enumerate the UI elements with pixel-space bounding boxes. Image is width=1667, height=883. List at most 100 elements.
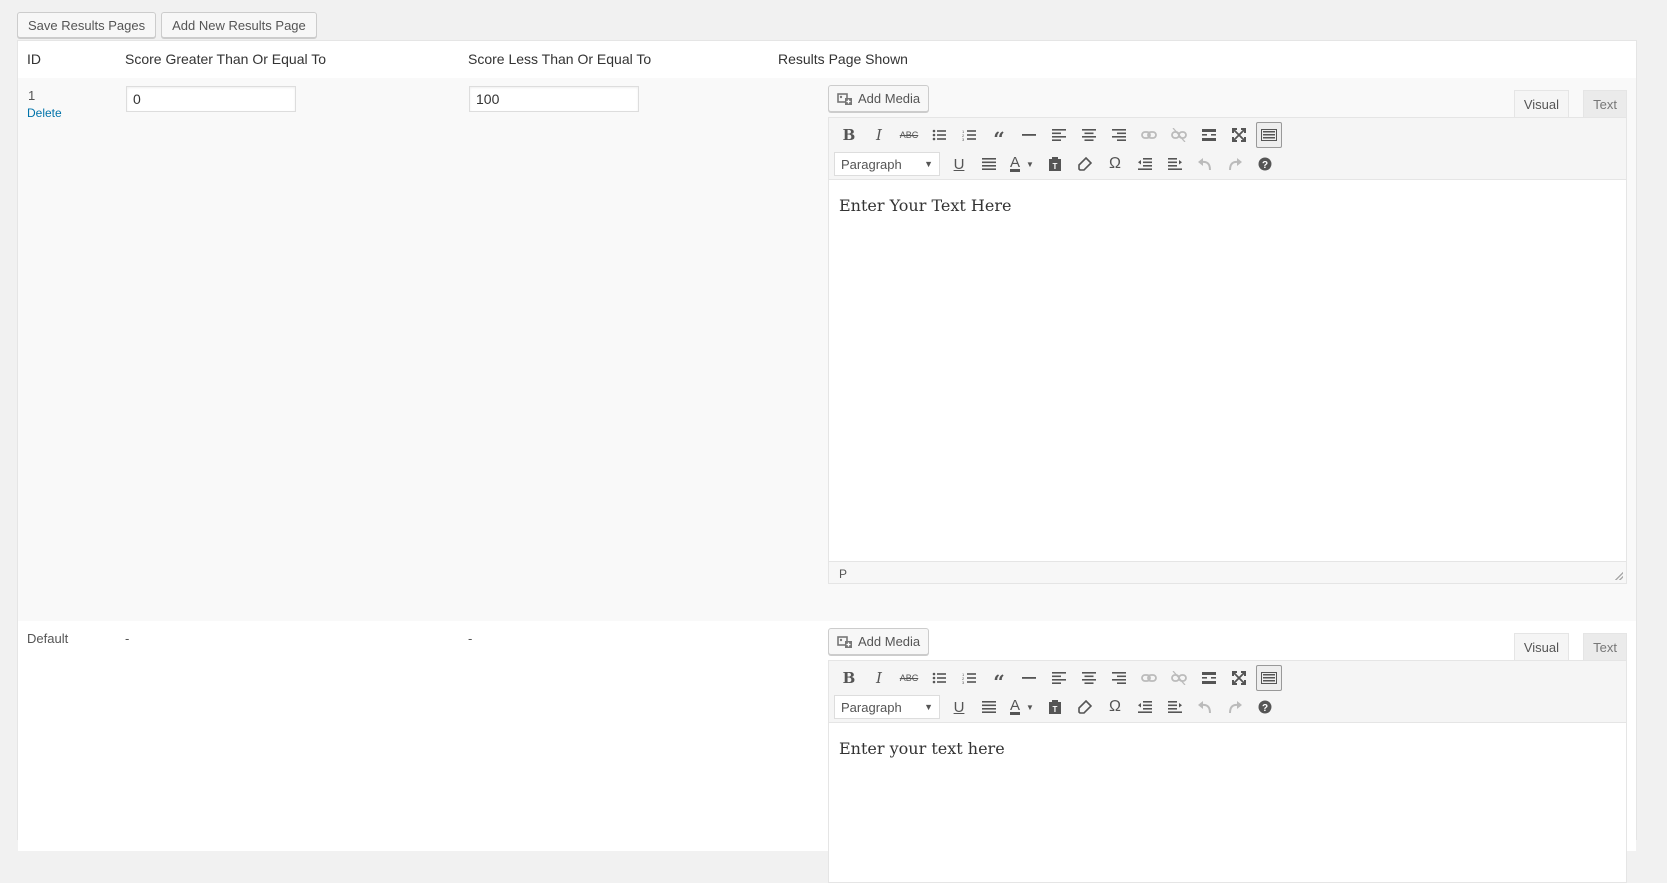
table-header: ID Score Greater Than Or Equal To Score … xyxy=(18,41,1636,79)
horizontal-rule-icon[interactable] xyxy=(1014,665,1044,691)
link-icon[interactable] xyxy=(1134,665,1164,691)
svg-text:T: T xyxy=(1053,162,1058,171)
paste-text-icon[interactable]: T xyxy=(1040,151,1070,177)
tab-text[interactable]: Text xyxy=(1583,90,1627,118)
element-path[interactable]: P xyxy=(839,567,847,581)
clear-formatting-icon[interactable] xyxy=(1070,694,1100,720)
fullscreen-icon[interactable] xyxy=(1224,122,1254,148)
results-page-editor: Add Media Visual Text B I ABC 123 “ Para… xyxy=(828,85,1627,584)
tab-visual[interactable]: Visual xyxy=(1513,633,1569,661)
numbered-list-icon[interactable]: 123 xyxy=(954,665,984,691)
svg-text:3: 3 xyxy=(962,137,965,141)
score-min-value: - xyxy=(125,631,130,646)
paste-text-icon[interactable]: T xyxy=(1040,694,1070,720)
tab-visual[interactable]: Visual xyxy=(1513,90,1569,118)
read-more-icon[interactable] xyxy=(1194,122,1224,148)
editor-toolbar: B I ABC 123 “ Paragraph ▼ U A ▼ T Ω ? xyxy=(828,117,1627,180)
align-right-icon[interactable] xyxy=(1104,122,1134,148)
top-actions: Save Results Pages Add New Results Page xyxy=(17,12,317,38)
align-left-icon[interactable] xyxy=(1044,665,1074,691)
resize-handle-icon[interactable] xyxy=(1615,572,1623,580)
editor-content[interactable]: Enter Your Text Here P xyxy=(828,180,1627,584)
format-select-value: Paragraph xyxy=(841,156,902,172)
format-select[interactable]: Paragraph ▼ xyxy=(834,695,940,719)
help-icon[interactable]: ? xyxy=(1250,151,1280,177)
undo-icon[interactable] xyxy=(1190,694,1220,720)
redo-icon[interactable] xyxy=(1220,694,1250,720)
italic-icon[interactable]: I xyxy=(864,122,894,148)
bold-icon[interactable]: B xyxy=(834,665,864,691)
strikethrough-icon[interactable]: ABC xyxy=(894,122,924,148)
align-right-icon[interactable] xyxy=(1104,665,1134,691)
italic-icon[interactable]: I xyxy=(864,665,894,691)
blockquote-icon[interactable]: “ xyxy=(984,665,1014,692)
results-page-editor: Add Media Visual Text B I ABC 123 “ Para… xyxy=(828,628,1627,883)
table-row: Default - - Add Media Visual Text B I AB… xyxy=(18,621,1636,883)
justify-icon[interactable] xyxy=(974,694,1004,720)
special-character-icon[interactable]: Ω xyxy=(1100,694,1130,720)
special-character-icon[interactable]: Ω xyxy=(1100,151,1130,177)
header-id: ID xyxy=(27,51,41,67)
editor-status-bar: P xyxy=(829,561,1626,583)
add-media-button[interactable]: Add Media xyxy=(828,85,930,112)
svg-text:3: 3 xyxy=(962,680,965,684)
tab-text[interactable]: Text xyxy=(1583,633,1627,661)
text-color-icon[interactable]: A ▼ xyxy=(1004,694,1040,720)
add-media-label: Add Media xyxy=(858,91,921,106)
link-icon[interactable] xyxy=(1134,122,1164,148)
numbered-list-icon[interactable]: 123 xyxy=(954,122,984,148)
chevron-down-icon: ▼ xyxy=(924,159,933,169)
toolbar-toggle-icon[interactable] xyxy=(1256,665,1282,691)
score-min-input[interactable] xyxy=(126,86,296,112)
help-icon[interactable]: ? xyxy=(1250,694,1280,720)
bold-icon[interactable]: B xyxy=(834,122,864,148)
underline-icon[interactable]: U xyxy=(944,151,974,177)
header-score-max: Score Less Than Or Equal To xyxy=(468,51,652,67)
format-select[interactable]: Paragraph ▼ xyxy=(834,152,940,176)
fullscreen-icon[interactable] xyxy=(1224,665,1254,691)
editor-content[interactable]: Enter your text here xyxy=(828,723,1627,883)
add-new-results-page-button[interactable]: Add New Results Page xyxy=(161,12,317,38)
horizontal-rule-icon[interactable] xyxy=(1014,122,1044,148)
row-id: 1 xyxy=(28,88,36,103)
svg-text:?: ? xyxy=(1262,160,1268,171)
align-left-icon[interactable] xyxy=(1044,122,1074,148)
undo-icon[interactable] xyxy=(1190,151,1220,177)
indent-icon[interactable] xyxy=(1160,151,1190,177)
strikethrough-icon[interactable]: ABC xyxy=(894,665,924,691)
underline-icon[interactable]: U xyxy=(944,694,974,720)
align-center-icon[interactable] xyxy=(1074,122,1104,148)
bullet-list-icon[interactable] xyxy=(924,665,954,691)
svg-text:?: ? xyxy=(1262,703,1268,714)
blockquote-icon[interactable]: “ xyxy=(984,122,1014,149)
redo-icon[interactable] xyxy=(1220,151,1250,177)
editor-toolbar: B I ABC 123 “ Paragraph ▼ U A ▼ T Ω ? xyxy=(828,660,1627,723)
results-table: ID Score Greater Than Or Equal To Score … xyxy=(17,40,1637,883)
outdent-icon[interactable] xyxy=(1130,151,1160,177)
text-color-icon[interactable]: A ▼ xyxy=(1004,151,1040,177)
unlink-icon[interactable] xyxy=(1164,122,1194,148)
add-media-label: Add Media xyxy=(858,634,921,649)
unlink-icon[interactable] xyxy=(1164,665,1194,691)
delete-link[interactable]: Delete xyxy=(27,106,62,120)
save-results-pages-button[interactable]: Save Results Pages xyxy=(17,12,157,38)
chevron-down-icon: ▼ xyxy=(924,702,933,712)
format-select-value: Paragraph xyxy=(841,699,902,715)
justify-icon[interactable] xyxy=(974,151,1004,177)
score-max-input[interactable] xyxy=(469,86,639,112)
row-id: Default xyxy=(27,631,69,646)
bullet-list-icon[interactable] xyxy=(924,122,954,148)
toolbar-toggle-icon[interactable] xyxy=(1256,122,1282,148)
score-max-value: - xyxy=(468,631,473,646)
svg-text:T: T xyxy=(1053,705,1058,714)
clear-formatting-icon[interactable] xyxy=(1070,151,1100,177)
add-media-button[interactable]: Add Media xyxy=(828,628,930,655)
editor-text: Enter your text here xyxy=(839,739,1005,758)
add-media-icon xyxy=(837,92,852,105)
outdent-icon[interactable] xyxy=(1130,694,1160,720)
read-more-icon[interactable] xyxy=(1194,665,1224,691)
header-results-page: Results Page Shown xyxy=(778,51,908,67)
indent-icon[interactable] xyxy=(1160,694,1190,720)
align-center-icon[interactable] xyxy=(1074,665,1104,691)
add-media-icon xyxy=(837,635,852,648)
